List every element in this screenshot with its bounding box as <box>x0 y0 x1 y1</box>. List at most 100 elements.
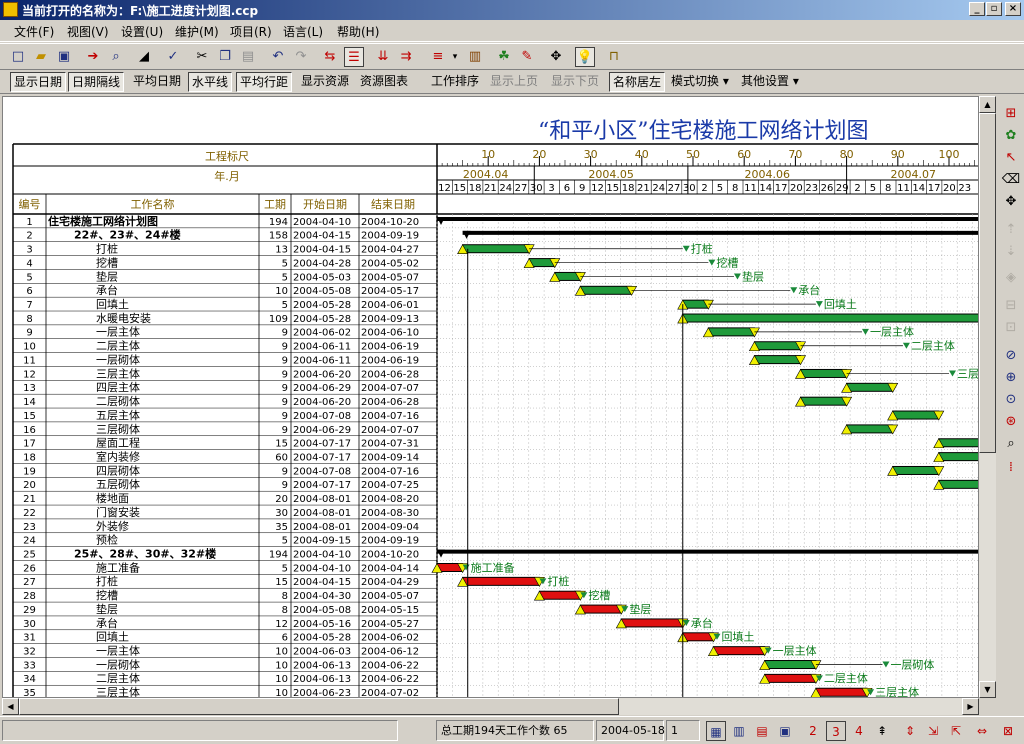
task-bar[interactable] <box>800 368 848 378</box>
new-file-icon[interactable]: □ <box>8 47 28 67</box>
task-bar[interactable] <box>753 341 802 351</box>
zoom-reset-icon[interactable]: ⊙ <box>1001 390 1021 410</box>
chevron-down-icon[interactable]: ▾ <box>445 47 465 67</box>
scroll-right-icon[interactable]: ▶ <box>962 698 979 715</box>
task-bar[interactable] <box>815 687 868 697</box>
task-bar[interactable] <box>800 396 848 406</box>
task-bar[interactable] <box>753 355 802 365</box>
down-arrow-icon[interactable]: ⇣ <box>1001 242 1021 262</box>
copy-icon[interactable]: ❐ <box>215 47 235 67</box>
pointer-icon[interactable]: ↖ <box>1001 148 1021 168</box>
toggle-resource-chart[interactable]: 资源图表 <box>357 72 411 92</box>
draw-icon[interactable]: ✎ <box>517 47 537 67</box>
undo-icon[interactable]: ↶ <box>268 47 288 67</box>
vertical-scroll-thumb[interactable] <box>979 113 996 453</box>
toggle-date-gridline[interactable]: 日期隔线 <box>68 72 125 92</box>
summary-bar[interactable] <box>437 549 979 554</box>
task-bar[interactable] <box>846 382 894 392</box>
task-sort-button[interactable]: 工作排序 <box>428 72 482 92</box>
prev-page-button[interactable]: 显示上页 <box>487 72 541 92</box>
layout-gantt-icon[interactable]: ▤ <box>752 721 772 741</box>
scroll-left-icon[interactable]: ◀ <box>2 698 19 715</box>
shrink-icon[interactable]: ⇲ <box>923 721 943 741</box>
task-bar[interactable] <box>462 576 540 586</box>
pan-icon[interactable]: ✥ <box>1001 192 1021 212</box>
task-bar[interactable] <box>682 313 979 323</box>
horizontal-scrollbar[interactable]: ◀ ▶ <box>2 698 979 715</box>
up-arrow-icon[interactable]: ⇡ <box>1001 220 1021 240</box>
menu-help[interactable]: 帮助(H) <box>337 23 379 40</box>
ruler-marker-icon[interactable]: ⁞ <box>1001 458 1021 478</box>
expand-vertical-icon[interactable]: ⇕ <box>900 721 920 741</box>
toggle-average-row-spacing[interactable]: 平均行距 <box>236 72 293 92</box>
palette-icon[interactable]: ✿ <box>1001 126 1021 146</box>
print-preview-icon[interactable]: ⌕ <box>106 47 126 67</box>
next-page-button[interactable]: 显示下页 <box>548 72 602 92</box>
scroll-up-icon[interactable]: ▲ <box>979 96 996 113</box>
merge-icon[interactable]: ⊡ <box>1001 318 1021 338</box>
task-bar[interactable] <box>462 244 530 254</box>
close-button[interactable]: × <box>1005 2 1021 16</box>
horizontal-scroll-thumb[interactable] <box>19 698 619 715</box>
toggle-average-date[interactable]: 平均日期 <box>130 72 184 92</box>
task-bar[interactable] <box>938 438 979 448</box>
paste-icon[interactable]: ▤ <box>238 47 258 67</box>
expand-icon[interactable]: ⇱ <box>946 721 966 741</box>
task-bar[interactable] <box>938 479 979 489</box>
arrow-up-level-icon[interactable]: ⇞ <box>872 721 892 741</box>
tag-icon[interactable]: ◈ <box>1001 268 1021 288</box>
menu-project[interactable]: 项目(R) <box>230 23 272 40</box>
level-3-icon[interactable]: 3 <box>826 721 846 741</box>
check-icon[interactable]: ✓ <box>163 47 183 67</box>
menu-language[interactable]: 语言(L) <box>283 23 323 40</box>
other-settings-dropdown[interactable]: 其他设置 ▾ <box>738 72 802 92</box>
task-bar[interactable] <box>764 660 817 670</box>
task-bar[interactable] <box>764 673 817 683</box>
lock-icon[interactable]: ⊓ <box>604 47 624 67</box>
menu-maintenance[interactable]: 维护(M) <box>175 23 219 40</box>
vertical-scrollbar[interactable]: ▲ ▼ <box>979 96 996 698</box>
summary-bar[interactable] <box>462 230 979 235</box>
redo-icon[interactable]: ↷ <box>291 47 311 67</box>
ruler-icon[interactable]: ◢ <box>134 47 154 67</box>
task-bar[interactable] <box>579 604 622 614</box>
split-icon[interactable]: ⊟ <box>1001 296 1021 316</box>
fit-page-icon[interactable]: ⊠ <box>998 721 1018 741</box>
mode-switch-dropdown[interactable]: 模式切换 ▾ <box>668 72 732 92</box>
lightbulb-icon[interactable]: 💡 <box>575 47 595 67</box>
minimize-button[interactable]: _ <box>969 2 985 16</box>
menu-view[interactable]: 视图(V) <box>67 23 109 40</box>
task-bar[interactable] <box>538 590 581 600</box>
level-4-icon[interactable]: 4 <box>849 721 869 741</box>
save-icon[interactable]: ▣ <box>54 47 74 67</box>
toggle-horizontal-line[interactable]: 水平线 <box>188 72 233 92</box>
menu-file[interactable]: 文件(F) <box>14 23 54 40</box>
resource-icon[interactable]: ▥ <box>465 47 485 67</box>
move-icon[interactable]: ✥ <box>546 47 566 67</box>
menu-settings[interactable]: 设置(U) <box>121 23 163 40</box>
toggle-show-date[interactable]: 显示日期 <box>10 72 67 92</box>
add-task-icon[interactable]: ⊞ <box>1001 104 1021 124</box>
eraser-icon[interactable]: ⌫ <box>1001 170 1021 190</box>
summary-bar[interactable] <box>437 217 979 221</box>
link-tasks-icon[interactable]: ⇆ <box>320 47 340 67</box>
align-left-icon[interactable]: ⇊ <box>373 47 393 67</box>
open-folder-icon[interactable]: ▰ <box>31 47 51 67</box>
gantt-mode-icon[interactable]: ☰ <box>344 47 364 67</box>
toggle-name-left[interactable]: 名称居左 <box>609 72 666 92</box>
gantt-canvas[interactable]: “和平小区”住宅楼施工网络计划图 工程标尺 年.月 10 20 30 40 50 60 70 80… <box>2 96 979 698</box>
task-bar[interactable] <box>846 424 894 434</box>
layout-split-icon[interactable]: ▥ <box>729 721 749 741</box>
task-bar[interactable] <box>938 452 979 462</box>
task-bar[interactable] <box>892 410 940 420</box>
task-bar[interactable] <box>707 327 755 337</box>
fit-width-icon[interactable]: ⇔ <box>972 721 992 741</box>
align-right-icon[interactable]: ⇉ <box>396 47 416 67</box>
layout-network-icon[interactable]: ▣ <box>775 721 795 741</box>
export-icon[interactable]: ➔ <box>83 47 103 67</box>
target-icon[interactable]: ⊛ <box>1001 412 1021 432</box>
zoom-brush-icon[interactable]: ⊘ <box>1001 346 1021 366</box>
task-bar[interactable] <box>579 285 633 295</box>
task-bar[interactable] <box>620 618 684 628</box>
search-icon[interactable]: ⌕ <box>1001 434 1021 454</box>
